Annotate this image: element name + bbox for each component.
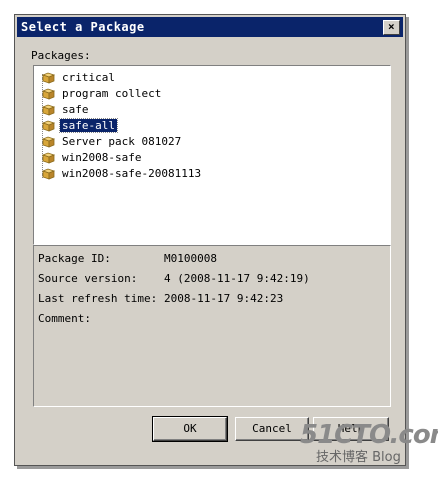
source-version-value: 4 (2008-11-17 9:42:19) bbox=[164, 272, 310, 285]
package-item-label: safe bbox=[62, 103, 89, 116]
package-id-label: Package ID: bbox=[38, 252, 111, 265]
title-bar: Select a Package × bbox=[17, 17, 403, 37]
package-item[interactable]: safe bbox=[42, 102, 91, 118]
package-item[interactable]: program collect bbox=[42, 86, 163, 102]
package-icon bbox=[42, 136, 55, 148]
package-icon bbox=[42, 104, 55, 116]
package-icon bbox=[42, 88, 55, 100]
package-item-label: safe-all bbox=[59, 118, 118, 133]
package-details-panel: Package ID: M0100008 Source version: 4 (… bbox=[33, 245, 391, 407]
packages-tree[interactable]: critical program collect safe safe-all Serve… bbox=[33, 65, 391, 245]
last-refresh-label: Last refresh time: bbox=[38, 292, 158, 305]
dialog-title: Select a Package bbox=[21, 20, 145, 34]
close-icon: × bbox=[387, 20, 396, 33]
comment-row: Comment: bbox=[38, 312, 91, 326]
package-id-value: M0100008 bbox=[164, 252, 217, 265]
package-item[interactable]: win2008-safe-20081113 bbox=[42, 166, 203, 182]
last-refresh-row: Last refresh time: 2008-11-17 9:42:23 bbox=[38, 292, 283, 306]
package-icon bbox=[42, 72, 55, 84]
package-item-label: win2008-safe-20081113 bbox=[62, 167, 202, 180]
package-item-label: win2008-safe bbox=[62, 151, 142, 164]
package-item[interactable]: Server pack 081027 bbox=[42, 134, 183, 150]
close-button[interactable]: × bbox=[383, 20, 400, 35]
package-icon bbox=[42, 168, 55, 180]
package-item[interactable]: win2008-safe bbox=[42, 150, 143, 166]
package-id-row: Package ID: M0100008 bbox=[38, 252, 217, 266]
watermark: 51CTO.com 技术博客 Blog bbox=[300, 420, 438, 465]
package-item[interactable]: safe-all bbox=[42, 118, 118, 134]
package-icon bbox=[42, 152, 55, 164]
comment-label: Comment: bbox=[38, 312, 91, 325]
source-version-row: Source version: 4 (2008-11-17 9:42:19) bbox=[38, 272, 310, 286]
select-package-dialog: Select a Package × Packages: critical pro… bbox=[14, 14, 406, 466]
package-item-label: critical bbox=[62, 71, 115, 84]
package-item-label: program collect bbox=[62, 87, 162, 100]
package-item[interactable]: critical bbox=[42, 70, 117, 86]
cancel-button[interactable]: Cancel bbox=[235, 417, 309, 441]
package-icon bbox=[42, 120, 55, 132]
package-item-label: Server pack 081027 bbox=[62, 135, 182, 148]
ok-button[interactable]: OK bbox=[152, 416, 228, 442]
packages-label: Packages: bbox=[31, 49, 91, 62]
last-refresh-value: 2008-11-17 9:42:23 bbox=[164, 292, 284, 305]
source-version-label: Source version: bbox=[38, 272, 138, 285]
